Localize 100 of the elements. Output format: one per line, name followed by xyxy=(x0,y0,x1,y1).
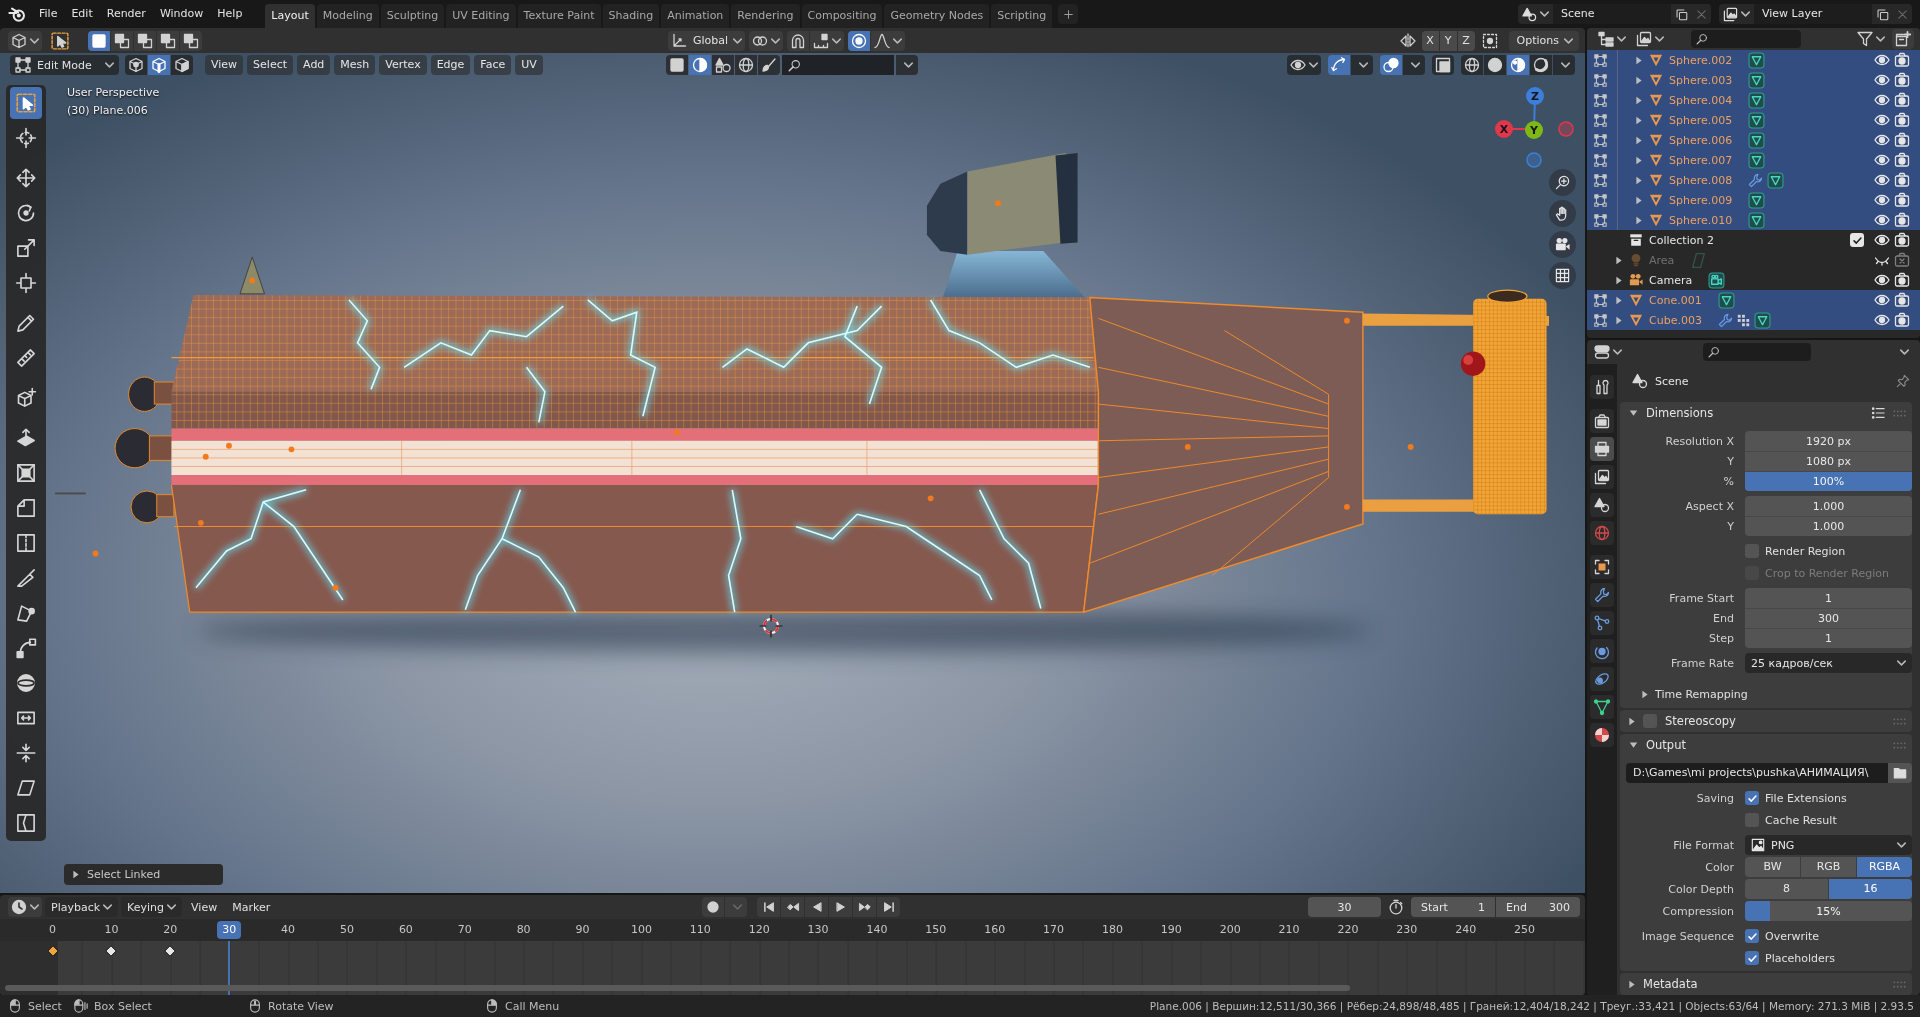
browse-dropdown[interactable] xyxy=(1518,4,1553,24)
properties-tab[interactable] xyxy=(1590,639,1614,663)
menu-item[interactable]: Edit xyxy=(64,3,100,25)
workspace-tab[interactable]: Geometry Nodes xyxy=(884,4,990,28)
menu-item[interactable]: Help xyxy=(210,3,250,25)
checkbox-label[interactable]: Overwrite xyxy=(1765,929,1820,943)
next-keyframe-button[interactable] xyxy=(853,897,877,917)
menu-item[interactable]: Marker xyxy=(226,897,277,917)
list-icon[interactable] xyxy=(1871,406,1885,420)
panel-header[interactable]: Dimensions xyxy=(1620,402,1912,424)
workspace-tab[interactable]: Compositing xyxy=(801,4,883,28)
workspace-tab[interactable]: Animation xyxy=(661,4,730,28)
properties-tab[interactable] xyxy=(1590,723,1614,747)
selection-mode-button[interactable] xyxy=(111,30,133,51)
vertex-square-icon[interactable] xyxy=(1593,73,1607,87)
workspace-tab[interactable]: Modeling xyxy=(316,4,379,28)
vertex-square-icon[interactable] xyxy=(1593,313,1607,327)
editor-type-dropdown[interactable] xyxy=(8,897,42,917)
properties-tab[interactable] xyxy=(1590,555,1614,579)
grip-icon[interactable] xyxy=(1893,741,1906,749)
properties-tab[interactable] xyxy=(1590,667,1614,691)
start-frame-field[interactable]: Start 1 xyxy=(1411,897,1495,917)
operator-panel-header[interactable]: Select Linked xyxy=(64,864,223,885)
menu-item[interactable]: File xyxy=(32,3,65,25)
properties-tab[interactable] xyxy=(1590,409,1614,433)
workspace-tab[interactable]: Rendering xyxy=(731,4,800,28)
menu-item[interactable]: Add xyxy=(297,55,331,75)
grip-icon[interactable] xyxy=(1893,717,1906,725)
axis-toggle[interactable]: Z xyxy=(1457,30,1475,51)
checkbox[interactable] xyxy=(1745,951,1759,965)
triangle-tile-icon[interactable] xyxy=(1748,91,1766,109)
camera-icon[interactable] xyxy=(1894,52,1910,68)
camera-icon[interactable] xyxy=(1894,292,1910,308)
triangle-tile-icon[interactable] xyxy=(1748,111,1766,129)
segment-button[interactable]: RGBA xyxy=(1857,857,1912,877)
triangle-tile-icon[interactable] xyxy=(1753,311,1771,329)
axis-handle[interactable] xyxy=(1526,152,1542,168)
outliner-row[interactable]: Sphere.003 xyxy=(1587,70,1920,90)
eye-icon[interactable] xyxy=(1874,232,1890,248)
mode-dropdown[interactable]: Edit Mode xyxy=(10,55,119,75)
panel-header[interactable]: Metadata xyxy=(1620,973,1912,995)
play-reverse-button[interactable] xyxy=(805,897,829,917)
jump-start-button[interactable] xyxy=(757,897,781,917)
menu-item[interactable]: View xyxy=(185,897,224,917)
outliner-row[interactable]: Cube.003 xyxy=(1587,310,1920,330)
shading-mode-button[interactable] xyxy=(1484,55,1506,75)
checkbox-label[interactable]: Placeholders xyxy=(1765,951,1835,965)
dropdown-menu[interactable]: Playback xyxy=(45,897,119,917)
filter-dropdown[interactable] xyxy=(1854,29,1888,49)
vertex-square-icon[interactable] xyxy=(1593,293,1607,307)
dots-grid-icon[interactable] xyxy=(1736,313,1750,327)
outliner-row[interactable]: Sphere.006 xyxy=(1587,130,1920,150)
camera-icon[interactable] xyxy=(1894,152,1910,168)
shading-dropdown[interactable] xyxy=(1553,55,1575,75)
camera-icon[interactable] xyxy=(1894,232,1910,248)
workspace-tab[interactable]: Shading xyxy=(602,4,660,28)
camera-view-button[interactable] xyxy=(1549,231,1576,258)
outliner-row[interactable]: Sphere.002 xyxy=(1587,50,1920,70)
properties-tab[interactable] xyxy=(1590,375,1614,399)
outliner-row[interactable]: Sphere.008 xyxy=(1587,170,1920,190)
orientation-dropdown[interactable]: Global xyxy=(668,30,746,51)
search-field[interactable] xyxy=(781,55,894,75)
camera-icon[interactable] xyxy=(1894,212,1910,228)
search-field[interactable] xyxy=(1703,343,1811,361)
proportional-editing-toggle[interactable] xyxy=(848,30,871,51)
gizmo-dropdown[interactable] xyxy=(1351,55,1373,75)
new-collection-button[interactable] xyxy=(1892,29,1914,49)
eye-icon[interactable] xyxy=(1874,192,1890,208)
selection-mode-button[interactable] xyxy=(88,30,110,51)
pin-icon[interactable] xyxy=(1896,374,1910,388)
play-button[interactable] xyxy=(829,897,853,917)
segment-button[interactable]: RGB xyxy=(1801,857,1856,877)
triangle-tile-icon[interactable] xyxy=(1767,171,1785,189)
scrollbar[interactable] xyxy=(5,985,1350,991)
overlay-toggle[interactable] xyxy=(1380,55,1402,75)
checkbox-label[interactable]: Render Region xyxy=(1765,544,1846,558)
logo-icon[interactable] xyxy=(8,5,26,23)
properties-tab[interactable] xyxy=(1590,465,1614,489)
eye-icon[interactable] xyxy=(1874,272,1890,288)
grip-icon[interactable] xyxy=(1893,980,1906,988)
triangle-right-icon[interactable] xyxy=(1636,135,1642,145)
editor-type-dropdown[interactable] xyxy=(8,30,42,51)
eye-icon[interactable] xyxy=(1874,292,1890,308)
number-field[interactable]: 1920 px xyxy=(1745,431,1912,451)
axis-handle[interactable]: Y xyxy=(1525,121,1543,139)
search-field[interactable] xyxy=(1691,30,1801,48)
wrench-icon[interactable] xyxy=(1748,172,1764,188)
eye-icon[interactable] xyxy=(1874,132,1890,148)
outliner-row[interactable]: Collection 2 xyxy=(1587,230,1920,250)
number-field[interactable]: 1 xyxy=(1745,588,1912,608)
eye-icon[interactable] xyxy=(1874,312,1890,328)
slider-field[interactable]: 15% xyxy=(1745,901,1912,921)
current-frame-indicator[interactable]: 30 xyxy=(217,921,242,939)
end-frame-field[interactable]: End 300 xyxy=(1496,897,1580,917)
triangle-tile-icon[interactable] xyxy=(1717,291,1735,309)
triangle-right-icon[interactable] xyxy=(1636,55,1642,65)
number-field[interactable]: 1.000 xyxy=(1745,496,1912,516)
editor-type-dropdown[interactable] xyxy=(1591,342,1625,362)
properties-tab[interactable] xyxy=(1590,695,1614,719)
menu-item[interactable]: UV xyxy=(515,55,543,75)
